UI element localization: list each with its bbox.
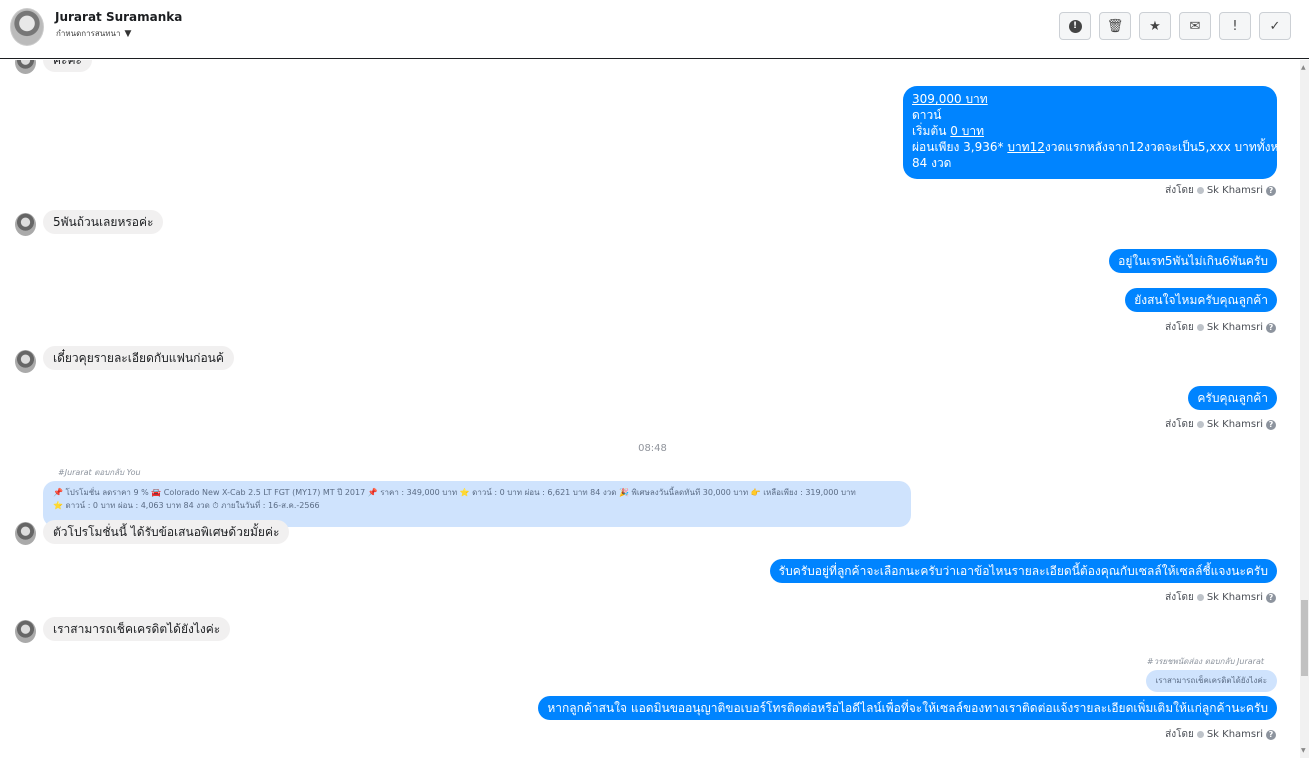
installment-link[interactable]: บาท12 — [1007, 140, 1045, 154]
message-line: ดาวน์ — [912, 108, 942, 122]
reply-label: #วรยชพนัดส่อง ตอบกลับ Jurarat — [1146, 657, 1264, 666]
sent-by-prefix: ส่งโดย — [1165, 322, 1194, 333]
scroll-up-icon[interactable]: ▲ — [1301, 64, 1306, 71]
star-icon: ★ — [1149, 18, 1161, 34]
contact-name[interactable]: Jurarat Suramanka — [55, 10, 182, 24]
sent-by-label: ส่งโดย Sk Khamsri ? — [1165, 727, 1276, 742]
checkmark-icon: ✓ — [1269, 18, 1281, 34]
conversation-status-label: กำหนดการสนทนา — [56, 29, 121, 38]
quoted-line: ⭐ ดาวน์ : 0 บาท ผ่อน : 4,063 บาท 84 งวด … — [53, 501, 320, 510]
down-payment-link[interactable]: 0 บาท — [950, 124, 984, 138]
agent-name[interactable]: Sk Khamsri — [1207, 322, 1263, 333]
sent-by-label: ส่งโดย Sk Khamsri ? — [1165, 320, 1276, 335]
sent-by-prefix: ส่งโดย — [1165, 185, 1194, 196]
outgoing-message: 309,000 บาท ดาวน์ เริ่มต้น 0 บาท ผ่อนเพี… — [903, 86, 1294, 179]
conversation-status-dropdown[interactable]: กำหนดการสนทนา ▼ — [56, 27, 131, 40]
sent-by-prefix: ส่งโดย — [1165, 592, 1194, 603]
price-link[interactable]: 309,000 บาท — [912, 92, 988, 106]
timestamp-divider: 08:48 — [638, 443, 667, 454]
incoming-message: เราสามารถเช็คเครดิตได้ยังไงค่ะ — [43, 617, 231, 641]
contact-avatar-small — [15, 620, 36, 643]
help-icon[interactable]: ? — [1266, 185, 1276, 196]
thread-scrollbar[interactable]: ▲ ▼ — [1300, 60, 1309, 758]
conversation-header: Jurarat Suramanka กำหนดการสนทนา ▼ ! 🗑 ★ … — [0, 0, 1309, 59]
report-button[interactable]: ! — [1059, 12, 1091, 40]
delete-button[interactable]: 🗑 — [1099, 12, 1131, 40]
caret-down-icon: ▼ — [124, 28, 132, 39]
outgoing-message: รับครับอยู่ที่ลูกค้าจะเลือกนะครับว่าเอาข… — [769, 559, 1277, 583]
contact-avatar[interactable] — [10, 8, 44, 46]
agent-avatar-icon — [1196, 421, 1204, 428]
agent-avatar-icon — [1196, 731, 1204, 738]
outgoing-message: ครับคุณลูกค้า — [1188, 386, 1277, 410]
message-line: 84 งวด — [912, 156, 952, 170]
quoted-message[interactable]: เราสามารถเช็คเครดิตได้ยังไงค่ะ — [1145, 670, 1277, 692]
outgoing-message: หากลูกค้าสนใจ แอดมินขออนุญาติขอเบอร์โทรต… — [538, 696, 1277, 720]
contact-avatar-small — [15, 350, 36, 373]
message-line: เริ่มต้น — [912, 124, 951, 138]
agent-name[interactable]: Sk Khamsri — [1207, 592, 1263, 603]
incoming-message: เดี๋ยวคุยรายละเอียดกับแฟนก่อนค้ — [43, 346, 234, 370]
incoming-message: 5พันถ้วนเลยหรอค่ะ — [43, 210, 164, 234]
sent-by-prefix: ส่งโดย — [1165, 419, 1194, 430]
scrollbar-thumb[interactable] — [1301, 600, 1308, 676]
quoted-line: 📌 โปรโมชั่น ลดราคา 9 % 🚘 Colorado New X-… — [53, 488, 856, 497]
exclamation-icon: ! — [1232, 18, 1238, 34]
agent-name[interactable]: Sk Khamsri — [1207, 185, 1263, 196]
help-icon[interactable]: ? — [1266, 419, 1276, 430]
mark-unread-button[interactable]: ✉ — [1179, 12, 1211, 40]
sent-by-label: ส่งโดย Sk Khamsri ? — [1165, 183, 1276, 198]
incoming-message: ตัวโปรโมชั่นนี้ ได้รับข้อเสนอพิเศษด้วยมั… — [43, 520, 290, 544]
contact-avatar-small — [15, 213, 36, 236]
outgoing-message: อยู่ในเรท5พันไม่เกิน6พันครับ — [1109, 249, 1277, 273]
contact-avatar-small — [15, 60, 36, 74]
agent-name[interactable]: Sk Khamsri — [1207, 729, 1263, 740]
sent-by-label: ส่งโดย Sk Khamsri ? — [1165, 590, 1276, 605]
agent-avatar-icon — [1196, 187, 1204, 194]
message-line: ผ่อนเพียง 3,936* — [912, 140, 1008, 154]
alert-circle-icon: ! — [1068, 19, 1082, 33]
incoming-message: ค่ะค่ะ — [43, 60, 92, 72]
reply-label: #Jurarat ตอบกลับ You — [58, 468, 141, 477]
star-button[interactable]: ★ — [1139, 12, 1171, 40]
sent-by-label: ส่งโดย Sk Khamsri ? — [1165, 417, 1276, 432]
message-thread[interactable]: ค่ะค่ะ 309,000 บาท ดาวน์ เริ่มต้น 0 บาท … — [0, 60, 1300, 758]
agent-name[interactable]: Sk Khamsri — [1207, 419, 1263, 430]
sent-by-prefix: ส่งโดย — [1165, 729, 1194, 740]
message-line: งวดแรกหลังจาก12งวดจะเป็น5,xxx บาททั้งหมด — [1044, 140, 1295, 154]
help-icon[interactable]: ? — [1266, 592, 1276, 603]
agent-avatar-icon — [1196, 594, 1204, 601]
trash-icon: 🗑 — [1106, 18, 1124, 34]
outgoing-message: ยังสนใจไหมครับคุณลูกค้า — [1125, 288, 1277, 312]
scroll-down-icon[interactable]: ▼ — [1301, 747, 1306, 754]
agent-avatar-icon — [1196, 324, 1204, 331]
help-icon[interactable]: ? — [1266, 322, 1276, 333]
envelope-icon: ✉ — [1189, 18, 1201, 34]
spam-button[interactable]: ! — [1219, 12, 1251, 40]
done-button[interactable]: ✓ — [1259, 12, 1291, 40]
header-toolbar: ! 🗑 ★ ✉ ! ✓ — [1059, 12, 1291, 40]
help-icon[interactable]: ? — [1266, 729, 1276, 740]
contact-avatar-small — [15, 522, 36, 545]
